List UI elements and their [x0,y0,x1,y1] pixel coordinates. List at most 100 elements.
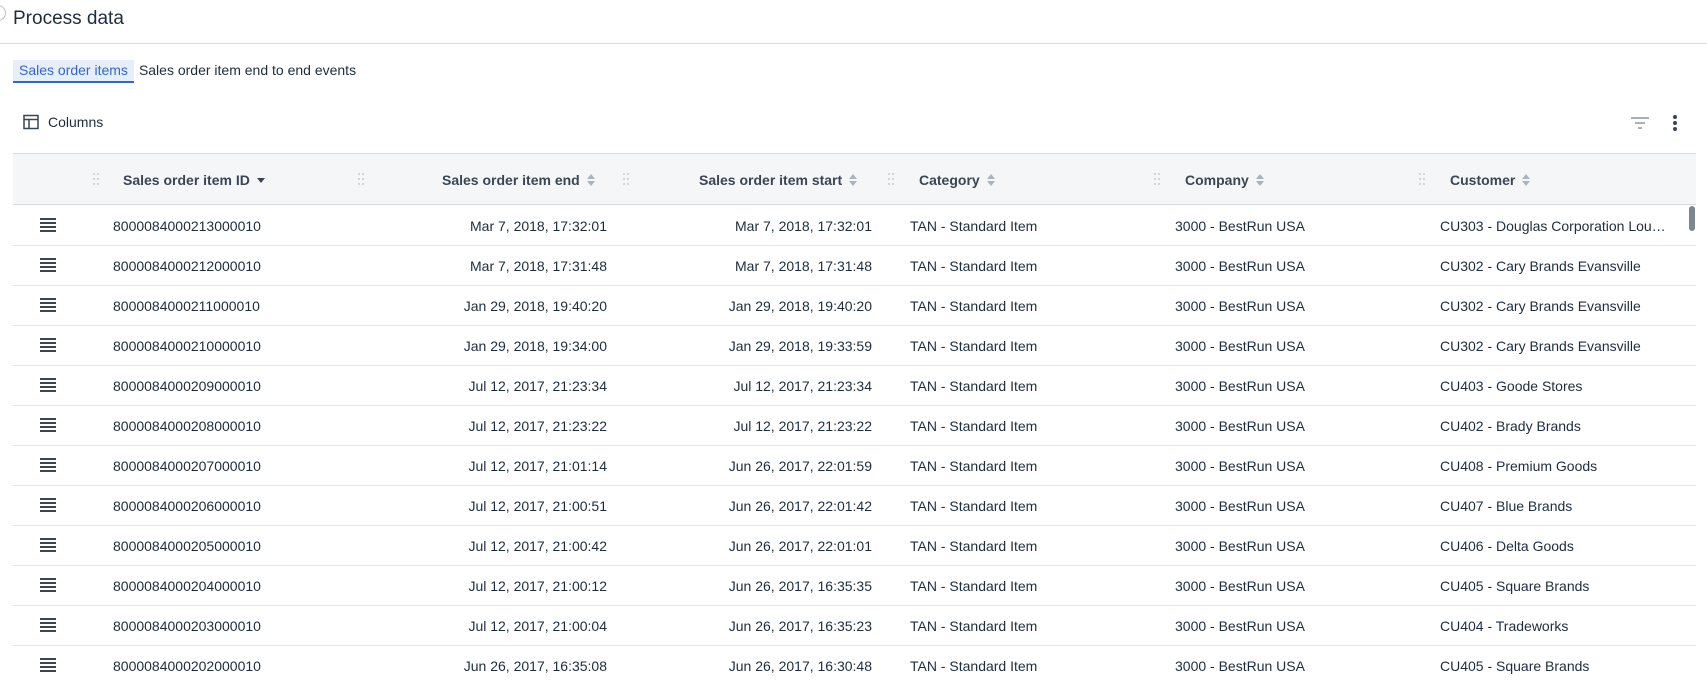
cell-end: Jan 29, 2018, 19:40:20 [463,298,607,314]
column-header-sales-order-item-id[interactable]: Sales order item ID [123,154,265,205]
sort-icon [586,173,595,186]
cell-customer: CU303 - Douglas Corporation Lou… [1440,218,1666,234]
columns-button[interactable]: Columns [23,114,103,130]
cell-start: Jul 12, 2017, 21:23:34 [733,378,872,394]
cell-company: 3000 - BestRun USA [1175,498,1305,514]
cell-end: Mar 7, 2018, 17:31:48 [470,258,607,274]
sort-icon [1522,173,1531,186]
cell-company: 3000 - BestRun USA [1175,338,1305,354]
row-menu-icon[interactable] [40,338,56,352]
data-table: Sales order item ID Sales order item end… [13,153,1696,684]
columns-label: Columns [48,114,104,130]
cell-id: 8000084000213000010 [113,218,261,234]
row-menu-icon[interactable] [40,258,56,272]
sort-icon [986,173,995,186]
cell-category: TAN - Standard Item [910,578,1038,594]
column-header-customer[interactable]: Customer [1450,154,1531,205]
cell-company: 3000 - BestRun USA [1175,458,1305,474]
cell-start: Jun 26, 2017, 16:35:35 [728,578,872,594]
table-row[interactable]: 8000084000212000010 Mar 7, 2018, 17:31:4… [13,246,1696,286]
table-row[interactable]: 8000084000211000010 Jan 29, 2018, 19:40:… [13,286,1696,326]
vertical-scrollbar[interactable] [1689,206,1695,231]
column-resize-handle[interactable] [93,173,100,186]
sort-icon [849,173,858,186]
cell-start: Jun 26, 2017, 16:30:48 [728,658,872,674]
tab-sales-order-item-end-to-end-events[interactable]: Sales order item end to end events [134,60,362,81]
table-row[interactable]: 8000084000208000010 Jul 12, 2017, 21:23:… [13,406,1696,446]
filter-icon[interactable] [1630,115,1650,131]
cell-end: Jul 12, 2017, 21:00:42 [468,538,607,554]
table-row[interactable]: 8000084000203000010 Jul 12, 2017, 21:00:… [13,606,1696,646]
table-row[interactable]: 8000084000213000010 Mar 7, 2018, 17:32:0… [13,206,1696,246]
cell-company: 3000 - BestRun USA [1175,618,1305,634]
row-menu-icon[interactable] [40,658,56,672]
row-menu-icon[interactable] [40,578,56,592]
cell-id: 8000084000206000010 [113,498,261,514]
cell-customer: CU405 - Square Brands [1440,578,1590,594]
row-menu-icon[interactable] [40,218,56,232]
cell-id: 8000084000211000010 [113,298,260,314]
row-menu-icon[interactable] [40,378,56,392]
cell-customer: CU403 - Goode Stores [1440,378,1583,394]
sort-desc-icon [256,174,265,186]
cell-customer: CU404 - Tradeworks [1440,618,1569,634]
column-resize-handle[interactable] [623,173,630,186]
cell-category: TAN - Standard Item [910,418,1038,434]
cell-customer: CU302 - Cary Brands Evansville [1440,338,1641,354]
cell-company: 3000 - BestRun USA [1175,378,1305,394]
column-resize-handle[interactable] [888,173,895,186]
cell-category: TAN - Standard Item [910,458,1038,474]
cell-start: Jan 29, 2018, 19:33:59 [728,338,872,354]
cell-id: 8000084000207000010 [113,458,261,474]
cell-company: 3000 - BestRun USA [1175,298,1305,314]
table-row[interactable]: 8000084000202000010 Jun 26, 2017, 16:35:… [13,646,1696,684]
cell-customer: CU405 - Square Brands [1440,658,1590,674]
column-header-category[interactable]: Category [919,154,995,205]
cell-id: 8000084000210000010 [113,338,261,354]
table-row[interactable]: 8000084000210000010 Jan 29, 2018, 19:34:… [13,326,1696,366]
column-header-label: Category [919,171,980,188]
row-menu-icon[interactable] [40,538,56,552]
cell-id: 8000084000203000010 [113,618,261,634]
column-header-label: Company [1185,171,1249,188]
cell-id: 8000084000208000010 [113,418,261,434]
table-row[interactable]: 8000084000206000010 Jul 12, 2017, 21:00:… [13,486,1696,526]
page-title: Process data [13,8,124,29]
cell-id: 8000084000209000010 [113,378,261,394]
cell-company: 3000 - BestRun USA [1175,218,1305,234]
cell-category: TAN - Standard Item [910,658,1038,674]
row-menu-icon[interactable] [40,458,56,472]
column-header-sales-order-item-end[interactable]: Sales order item end [442,154,595,205]
cell-category: TAN - Standard Item [910,618,1038,634]
cell-end: Jul 12, 2017, 21:00:12 [468,578,607,594]
cell-category: TAN - Standard Item [910,258,1038,274]
table-header: Sales order item ID Sales order item end… [13,154,1696,205]
table-row[interactable]: 8000084000207000010 Jul 12, 2017, 21:01:… [13,446,1696,486]
cell-end: Jun 26, 2017, 16:35:08 [463,658,607,674]
column-header-sales-order-item-start[interactable]: Sales order item start [699,154,858,205]
cell-category: TAN - Standard Item [910,378,1038,394]
collapse-circle-icon[interactable] [0,5,6,21]
table-row[interactable]: 8000084000204000010 Jul 12, 2017, 21:00:… [13,566,1696,606]
row-menu-icon[interactable] [40,298,56,312]
row-menu-icon[interactable] [40,618,56,632]
cell-id: 8000084000212000010 [113,258,261,274]
cell-company: 3000 - BestRun USA [1175,538,1305,554]
table-row[interactable]: 8000084000209000010 Jul 12, 2017, 21:23:… [13,366,1696,406]
row-menu-icon[interactable] [40,418,56,432]
column-header-label: Sales order item ID [123,171,250,188]
cell-start: Mar 7, 2018, 17:31:48 [735,258,872,274]
column-resize-handle[interactable] [358,173,365,186]
table-row[interactable]: 8000084000205000010 Jul 12, 2017, 21:00:… [13,526,1696,566]
cell-category: TAN - Standard Item [910,338,1038,354]
column-resize-handle[interactable] [1419,173,1426,186]
cell-end: Jul 12, 2017, 21:23:22 [468,418,607,434]
cell-start: Jun 26, 2017, 22:01:42 [728,498,872,514]
more-vertical-icon[interactable] [1671,113,1679,133]
cell-start: Jan 29, 2018, 19:40:20 [728,298,872,314]
column-resize-handle[interactable] [1154,173,1161,186]
row-menu-icon[interactable] [40,498,56,512]
cell-company: 3000 - BestRun USA [1175,578,1305,594]
tab-sales-order-items[interactable]: Sales order items [13,60,134,83]
column-header-company[interactable]: Company [1185,154,1264,205]
